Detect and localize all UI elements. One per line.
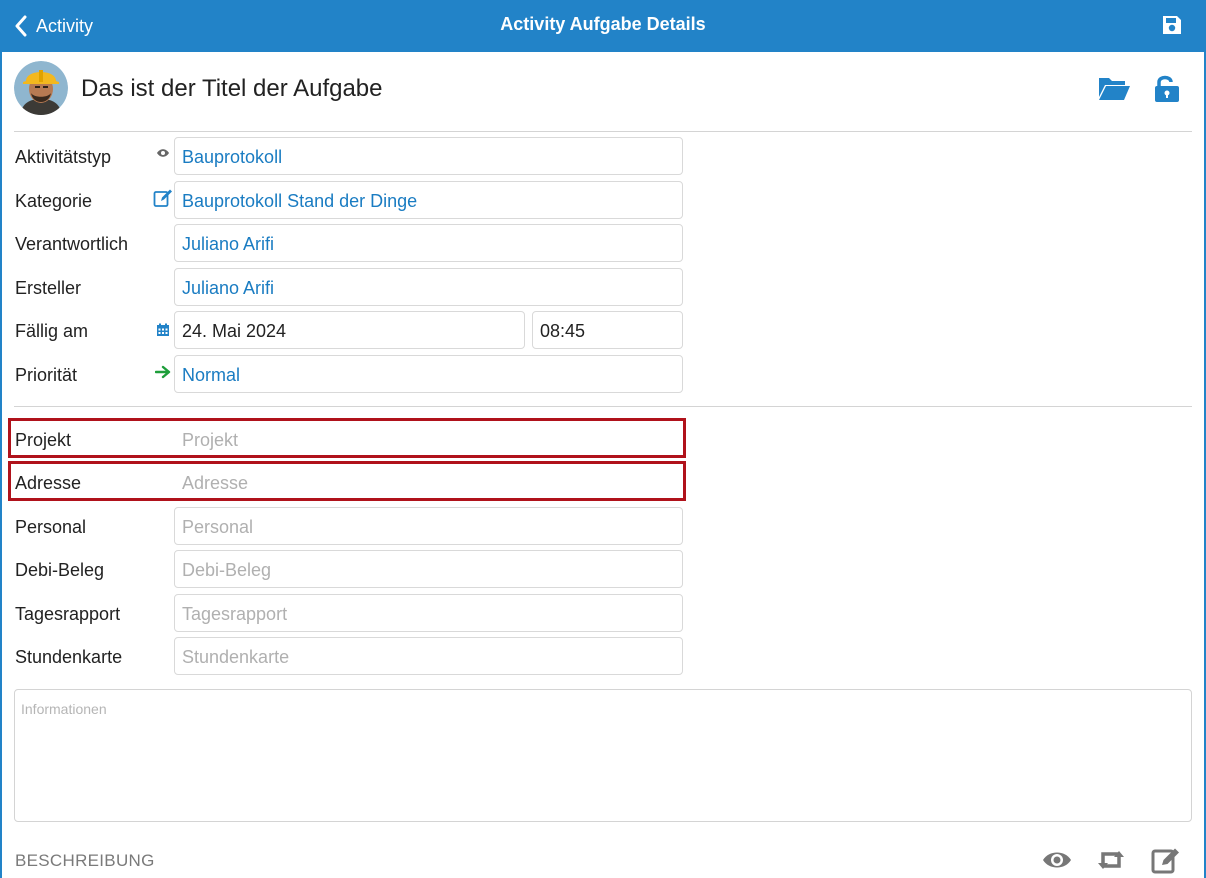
field-label: Debi-Beleg [15, 560, 105, 580]
eye-icon[interactable] [1041, 846, 1073, 874]
field-label: Ersteller [15, 278, 82, 298]
eye-icon[interactable] [153, 143, 173, 163]
row-kategorie: Kategorie Bauprotokoll Stand der Dinge [14, 181, 686, 221]
back-button[interactable]: Activity [14, 12, 93, 40]
projekt-field[interactable]: Projekt [174, 420, 683, 458]
date-field[interactable]: 24. Mai 2024 [174, 311, 525, 349]
task-title: Das ist der Titel der Aufgabe [81, 75, 383, 102]
aktivitaetstyp-field[interactable]: Bauprotokoll [174, 137, 683, 175]
time-field[interactable]: 08:45 [532, 311, 683, 349]
informationen-textarea[interactable]: Informationen [14, 689, 1192, 822]
row-personal: Personal Personal [14, 507, 686, 547]
row-tagesrapport: Tagesrapport Tagesrapport [14, 594, 686, 634]
field-label: Aktivitätstyp [15, 147, 112, 167]
row-ersteller: Ersteller Juliano Arifi [14, 268, 686, 308]
field-label: Stundenkarte [15, 647, 123, 667]
save-icon[interactable] [1160, 13, 1184, 37]
field-label: Adresse [15, 473, 82, 493]
divider-top [14, 131, 1192, 132]
kategorie-field[interactable]: Bauprotokoll Stand der Dinge [174, 181, 683, 219]
nav-bar: Activity Activity Aufgabe Details [0, 0, 1206, 52]
chevron-left-icon [15, 15, 27, 37]
row-adresse: Adresse Adresse [8, 461, 686, 503]
stundenkarte-field[interactable]: Stundenkarte [174, 637, 683, 675]
task-header: Das ist der Titel der Aufgabe [14, 61, 1192, 117]
field-label: Fällig am [15, 321, 89, 341]
retweet-icon[interactable] [1095, 846, 1127, 874]
field-label: Projekt [15, 430, 72, 450]
beschreibung-label: BESCHREIBUNG [15, 851, 155, 870]
field-label: Personal [15, 517, 87, 537]
row-debi-beleg: Debi-Beleg Debi-Beleg [14, 550, 686, 590]
field-label: Kategorie [15, 191, 93, 211]
prioritaet-field[interactable]: Normal [174, 355, 683, 393]
row-aktivitaetstyp: Aktivitätstyp Bauprotokoll [14, 137, 686, 177]
divider-middle [14, 406, 1192, 407]
back-label: Activity [36, 15, 94, 36]
verantwortlich-field[interactable]: Juliano Arifi [174, 224, 683, 262]
calendar-icon[interactable] [153, 320, 173, 340]
field-label: Tagesrapport [15, 604, 121, 624]
row-prioritaet: Priorität Normal [14, 355, 686, 395]
tagesrapport-field[interactable]: Tagesrapport [174, 594, 683, 632]
frame-left [0, 52, 2, 878]
arrow-right-icon [153, 362, 173, 382]
unlock-icon[interactable] [1151, 73, 1185, 103]
edit-icon[interactable] [1150, 846, 1182, 874]
ersteller-field[interactable]: Juliano Arifi [174, 268, 683, 306]
row-stundenkarte: Stundenkarte Stundenkarte [14, 637, 686, 677]
folder-open-icon[interactable] [1097, 73, 1131, 103]
row-projekt: Projekt Projekt [8, 418, 686, 460]
personal-field[interactable]: Personal [174, 507, 683, 545]
row-faellig: Fällig am 24. Mai 2024 08:45 [14, 311, 686, 351]
field-label: Verantwortlich [15, 234, 129, 254]
debi-beleg-field[interactable]: Debi-Beleg [174, 550, 683, 588]
page-title: Activity Aufgabe Details [500, 14, 706, 34]
row-verantwortlich: Verantwortlich Juliano Arifi [14, 224, 686, 264]
adresse-field[interactable]: Adresse [174, 463, 683, 501]
field-label: Priorität [15, 365, 78, 385]
avatar-image [14, 61, 68, 115]
avatar[interactable] [14, 61, 68, 115]
edit-icon[interactable] [153, 188, 173, 208]
